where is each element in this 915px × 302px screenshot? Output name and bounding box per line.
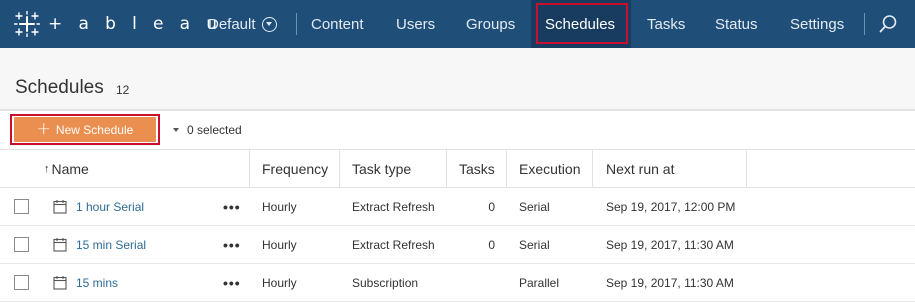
tasks-cell: 0 xyxy=(488,237,495,252)
task-type-cell: Extract Refresh xyxy=(352,237,435,252)
tab-users[interactable]: Users xyxy=(382,0,449,48)
new-schedule-label: New Schedule xyxy=(55,122,134,137)
task-type-cell: Extract Refresh xyxy=(352,199,435,214)
column-divider xyxy=(506,150,507,187)
frequency-cell: Hourly xyxy=(262,275,297,290)
schedule-name-link[interactable]: 1 hour Serial xyxy=(76,188,144,225)
schedule-count: 12 xyxy=(116,83,130,97)
plus-icon: + xyxy=(36,119,51,139)
task-type-cell: Subscription xyxy=(352,275,419,290)
nav-divider xyxy=(864,13,865,35)
header-divider xyxy=(0,109,915,111)
next-run-cell: Sep 19, 2017, 11:30 AM xyxy=(606,237,734,252)
tab-schedules[interactable]: Schedules xyxy=(531,0,631,48)
execution-cell: Serial xyxy=(519,199,550,214)
tab-groups[interactable]: Groups xyxy=(452,0,529,48)
column-header-next-run[interactable]: Next run at xyxy=(606,150,674,187)
tab-content[interactable]: Content xyxy=(297,0,378,48)
table-row: 1 hour Serial ••• Hourly Extract Refresh… xyxy=(0,188,915,226)
column-divider xyxy=(446,150,447,187)
search-icon[interactable] xyxy=(878,14,898,34)
schedule-name-link[interactable]: 15 mins xyxy=(76,264,118,301)
table-header: ↑ Name Frequency Task type Tasks Executi… xyxy=(0,150,915,188)
column-divider xyxy=(339,150,340,187)
column-divider xyxy=(592,150,593,187)
execution-cell: Serial xyxy=(519,237,550,252)
tableau-cross-icon xyxy=(14,11,40,37)
caret-down-icon xyxy=(173,128,179,132)
row-checkbox[interactable] xyxy=(14,199,29,214)
column-divider xyxy=(249,150,250,187)
next-run-cell: Sep 19, 2017, 12:00 PM xyxy=(606,199,736,214)
row-checkbox[interactable] xyxy=(14,237,29,252)
table-row: 15 min Serial ••• Hourly Extract Refresh… xyxy=(0,226,915,264)
selection-menu[interactable]: 0 selected xyxy=(173,123,242,137)
column-header-tasks[interactable]: Tasks xyxy=(459,150,495,187)
next-run-cell: Sep 19, 2017, 11:30 AM xyxy=(606,275,734,290)
tasks-cell: 0 xyxy=(488,199,495,214)
sort-ascending-icon: ↑ xyxy=(44,162,50,175)
more-actions-icon[interactable]: ••• xyxy=(223,188,241,225)
page-header: Schedules 12 xyxy=(0,48,915,109)
selected-count: 0 selected xyxy=(187,123,242,137)
new-schedule-button[interactable]: + New Schedule xyxy=(14,117,156,142)
column-header-frequency[interactable]: Frequency xyxy=(262,150,328,187)
column-divider xyxy=(746,150,747,187)
execution-cell: Parallel xyxy=(519,275,560,290)
column-header-task-type[interactable]: Task type xyxy=(352,150,411,187)
site-label: Default xyxy=(208,15,256,33)
tasks-cell xyxy=(473,264,495,301)
site-selector[interactable]: Default xyxy=(196,0,289,48)
frequency-cell: Hourly xyxy=(262,199,297,214)
more-actions-icon[interactable]: ••• xyxy=(223,226,241,263)
tableau-logo[interactable]: + a b l e a u xyxy=(14,10,222,38)
column-header-name[interactable]: ↑ Name xyxy=(44,150,89,187)
page-title: Schedules xyxy=(15,77,104,98)
schedule-name-link[interactable]: 15 min Serial xyxy=(76,226,146,263)
chevron-down-icon xyxy=(261,16,277,32)
tab-settings[interactable]: Settings xyxy=(776,0,858,48)
top-nav-bar: + a b l e a u Default Content Users Grou… xyxy=(0,0,915,48)
calendar-icon xyxy=(53,276,67,290)
calendar-icon xyxy=(53,200,67,214)
tab-tasks[interactable]: Tasks xyxy=(633,0,699,48)
calendar-icon xyxy=(53,238,67,252)
table-row: 15 mins ••• Hourly Subscription Parallel… xyxy=(0,264,915,302)
more-actions-icon[interactable]: ••• xyxy=(223,264,241,301)
tab-status[interactable]: Status xyxy=(701,0,772,48)
row-checkbox[interactable] xyxy=(14,275,29,290)
column-header-execution[interactable]: Execution xyxy=(519,150,580,187)
frequency-cell: Hourly xyxy=(262,237,297,252)
